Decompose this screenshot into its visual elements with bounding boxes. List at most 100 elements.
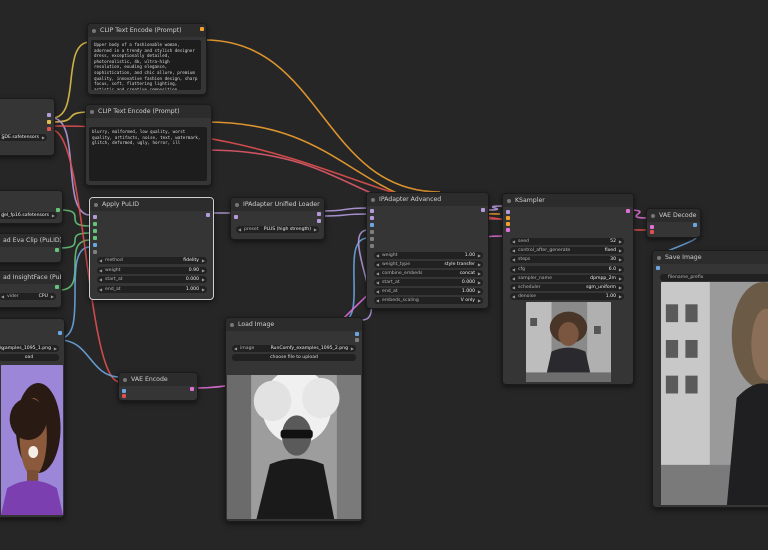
ipa-model-wire[interactable] — [321, 207, 369, 212]
latent-output-socket[interactable] — [626, 209, 630, 213]
ksampler-node-header[interactable]: KSampler — [503, 194, 633, 207]
ksampler-widget-control_after_generate[interactable]: ◀ control_after_generate fixed ▶ — [510, 247, 624, 255]
pulid-input-socket-6[interactable] — [93, 250, 97, 254]
ipa-widget-end_at[interactable]: ◀ end_at 1.000 ▶ — [374, 288, 483, 295]
arrow-left-icon[interactable]: ◀ — [99, 276, 102, 283]
arrow-right-icon[interactable]: ▶ — [202, 267, 205, 274]
arrow-right-icon[interactable]: ▶ — [478, 252, 481, 259]
ksampler-input-socket-4[interactable] — [506, 228, 510, 232]
pulid-input-socket-5[interactable] — [93, 243, 97, 247]
vae-decode-image-socket[interactable] — [693, 223, 697, 227]
arrow-right-icon[interactable]: ▶ — [202, 257, 205, 264]
pulid-model-wire[interactable] — [59, 209, 91, 227]
save-image-node-header[interactable]: Save Image — [653, 251, 768, 264]
ksampler-widget-seed[interactable]: ◀ seed 52 ▶ — [510, 238, 624, 245]
arrow-right-icon[interactable]: ▶ — [52, 212, 55, 219]
arrow-left-icon[interactable]: ◀ — [1, 134, 4, 141]
ipa-input-socket-6[interactable] — [370, 244, 374, 248]
insightface-loader-node[interactable]: ad InsightFace (PuLID) ◀vider CPU▶ — [0, 270, 62, 308]
arrow-right-icon[interactable]: ▶ — [478, 261, 481, 268]
arrow-right-icon[interactable]: ▶ — [314, 226, 317, 233]
arrow-left-icon[interactable]: ◀ — [376, 261, 379, 268]
pulid-input-socket-2[interactable] — [93, 222, 97, 226]
arrow-left-icon[interactable]: ◀ — [512, 266, 515, 273]
vae-encode-pixels-socket[interactable] — [122, 389, 126, 393]
positive-conditioning-wire[interactable] — [204, 39, 441, 193]
arrow-right-icon[interactable]: ▶ — [478, 288, 481, 295]
arrow-right-icon[interactable]: ▶ — [619, 293, 622, 300]
choose-file-button[interactable]: choose file to upload — [232, 354, 356, 361]
upload-button[interactable]: oad — [0, 354, 59, 361]
provider-widget[interactable]: ◀ vider CPU ▶ — [0, 293, 56, 300]
vae-encode-node[interactable]: VAE Encode — [118, 372, 198, 401]
arrow-left-icon[interactable]: ◀ — [1, 212, 4, 219]
pulid-widget-end_at[interactable]: ◀ end_at 1.000 ▶ — [97, 285, 207, 293]
vae-encode-vae-socket[interactable] — [122, 394, 126, 398]
face-image-widget[interactable]: ◀ examples_1095_1.png ▶ — [0, 345, 59, 352]
conditioning-output-socket[interactable] — [200, 27, 204, 31]
collapse-dot-icon[interactable] — [371, 197, 375, 202]
arrow-left-icon[interactable]: ◀ — [99, 257, 102, 264]
load-face-image-node[interactable]: ◀ examples_1095_1.png ▶oad — [0, 318, 65, 518]
arrow-right-icon[interactable]: ▶ — [202, 286, 205, 293]
arrow-right-icon[interactable]: ▶ — [619, 256, 622, 263]
image-output-socket[interactable] — [58, 331, 62, 335]
ksampler-widget-steps[interactable]: ◀ steps 30 ▶ — [510, 256, 624, 264]
arrow-right-icon[interactable]: ▶ — [478, 297, 481, 304]
model-output-socket[interactable] — [47, 113, 51, 117]
vae-encode-node-header[interactable]: VAE Encode — [119, 373, 197, 386]
image-to-encode-wire[interactable] — [59, 339, 121, 378]
ipa-input-socket-4[interactable] — [370, 230, 374, 234]
vae-decode-samples-socket[interactable] — [650, 225, 654, 229]
ckpt-name-widget[interactable]: ◀ SDE.safetensors ▶ — [0, 134, 47, 141]
ksampler-widget-cfg[interactable]: ◀ cfg 6.0 ▶ — [510, 265, 624, 273]
arrow-left-icon[interactable]: ◀ — [376, 270, 379, 277]
pulid-input-socket-4[interactable] — [93, 236, 97, 240]
arrow-left-icon[interactable]: ◀ — [376, 288, 379, 295]
eva-clip-wire[interactable] — [59, 232, 91, 249]
pulid-file-widget[interactable]: ◀ del_fp16.safetensors ▶ — [0, 212, 57, 219]
vae-decode-node[interactable]: VAE Decode — [646, 208, 701, 238]
ipa-widget-weight[interactable]: ◀ weight 1.00 ▶ — [374, 252, 483, 259]
ipa-widget-embeds_scaling[interactable]: ◀ embeds_scaling V only ▶ — [374, 297, 483, 304]
eva-clip-loader-node-header[interactable]: ad Eva Clip (PuLID) — [0, 234, 61, 247]
loader-ipadapter-output-socket[interactable] — [317, 219, 321, 223]
arrow-left-icon[interactable]: ◀ — [1, 293, 4, 300]
arrow-left-icon[interactable]: ◀ — [99, 286, 102, 293]
arrow-left-icon[interactable]: ◀ — [238, 226, 241, 233]
arrow-right-icon[interactable]: ▶ — [619, 275, 622, 282]
vae-decode-vae-socket[interactable] — [650, 230, 654, 234]
load-checkpoint-node[interactable]: ◀ SDE.safetensors ▶ — [0, 98, 55, 156]
arrow-right-icon[interactable]: ▶ — [619, 266, 622, 273]
node-graph-canvas[interactable]: CLIP Text Encode (Prompt) Upper body of a… — [0, 0, 768, 550]
ipa-widget-start_at[interactable]: ◀ start_at 0.000 ▶ — [374, 279, 483, 286]
insightface-loader-node-header[interactable]: ad InsightFace (PuLID) — [0, 271, 61, 284]
load-image-node[interactable]: Load Image ◀ image RunComfy_examples_1095_2… — [225, 317, 363, 522]
collapse-dot-icon[interactable] — [92, 28, 96, 33]
arrow-right-icon[interactable]: ▶ — [619, 284, 622, 291]
clip-text-encode-negative-node[interactable]: CLIP Text Encode (Prompt) blurry, malform… — [85, 104, 212, 186]
arrow-right-icon[interactable]: ▶ — [42, 134, 45, 141]
vae-decode-node-header[interactable]: VAE Decode — [647, 209, 700, 222]
pulid-model-output-socket[interactable] — [206, 213, 210, 217]
ipadapter-advanced-node[interactable]: IPAdapter Advanced ◀ weight 1.00 ▶ ◀ weight_ty… — [366, 192, 489, 309]
arrow-left-icon[interactable]: ◀ — [376, 279, 379, 286]
arrow-left-icon[interactable]: ◀ — [512, 256, 515, 263]
ipadapter-unified-loader-node-header[interactable]: IPAdapter Unified Loader — [231, 198, 324, 211]
arrow-left-icon[interactable]: ◀ — [512, 247, 515, 254]
preset-widget[interactable]: ◀ preset PLUS (high strength) ▶ — [236, 226, 319, 233]
loader-model-input-socket[interactable] — [234, 215, 238, 219]
arrow-right-icon[interactable]: ▶ — [202, 276, 205, 283]
pulid-widget-method[interactable]: ◀ method fidelity ▶ — [97, 257, 207, 264]
eva-clip-output-socket[interactable] — [55, 248, 59, 252]
ref-image-wire[interactable] — [339, 237, 369, 323]
save-image-input-socket[interactable] — [656, 266, 660, 270]
vae-encode-latent-socket[interactable] — [190, 387, 194, 391]
arrow-right-icon[interactable]: ▶ — [351, 345, 354, 352]
load-image-file-widget[interactable]: ◀ image RunComfy_examples_1095_2.png ▶ — [232, 345, 356, 352]
collapse-dot-icon[interactable] — [123, 377, 127, 382]
vae-output-socket[interactable] — [47, 127, 51, 131]
ipadapter-unified-loader-node[interactable]: IPAdapter Unified Loader ◀ preset PLUS (hig… — [230, 197, 325, 240]
clip-output-socket[interactable] — [47, 120, 51, 124]
filename-prefix-widget[interactable]: filename_prefix — [660, 274, 768, 281]
